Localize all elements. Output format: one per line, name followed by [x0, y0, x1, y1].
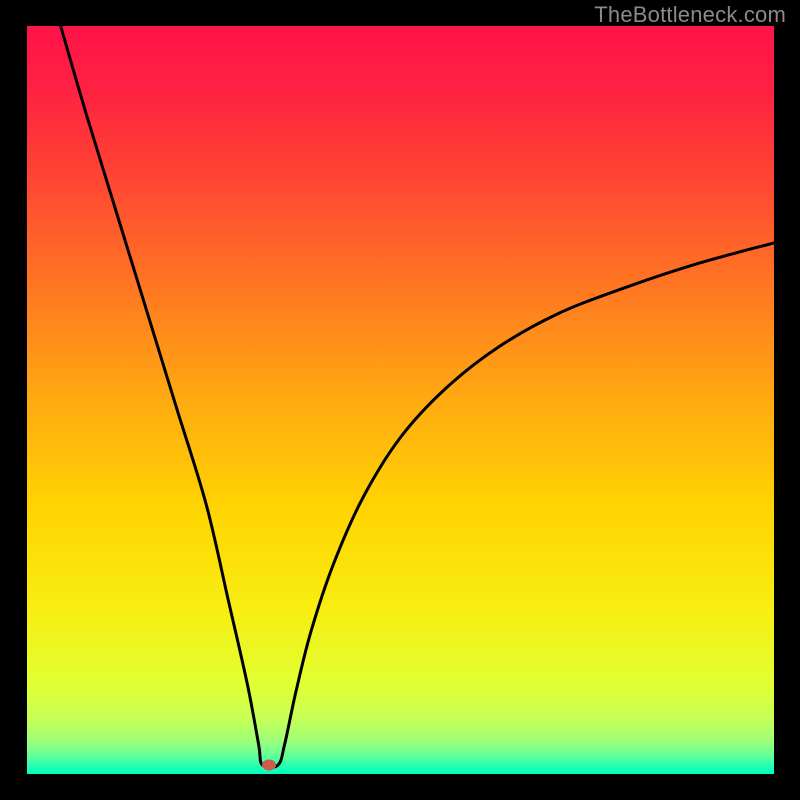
- vertex-marker: [262, 760, 276, 771]
- watermark-text: TheBottleneck.com: [594, 2, 786, 28]
- plot-area: [27, 26, 774, 774]
- bottleneck-curve: [27, 26, 774, 774]
- chart-frame: TheBottleneck.com: [0, 0, 800, 800]
